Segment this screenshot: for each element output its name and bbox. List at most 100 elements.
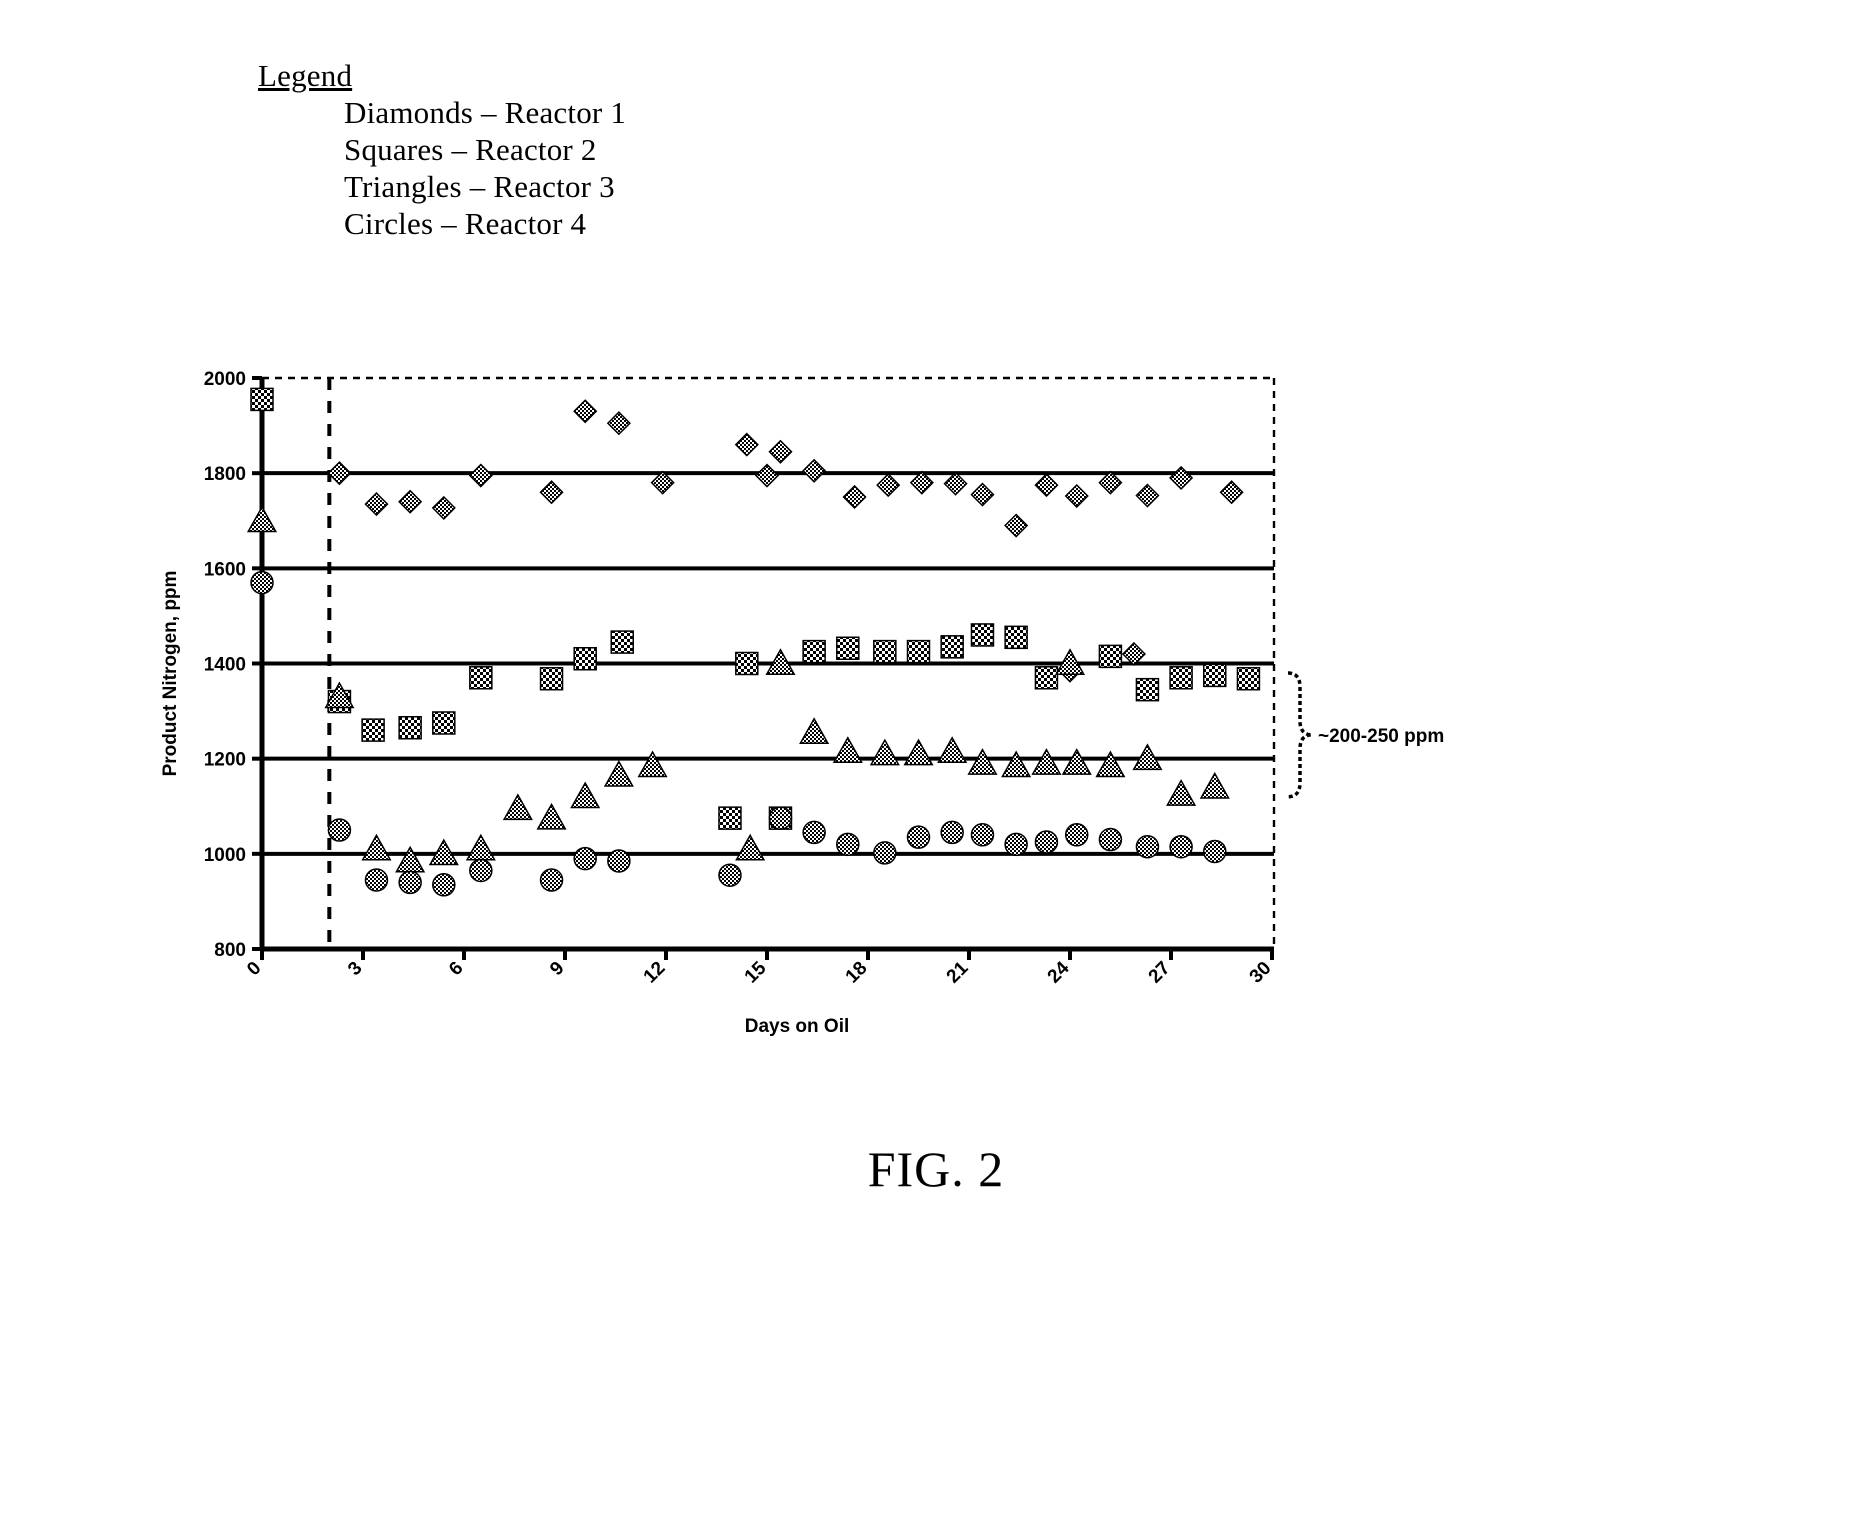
marker-circle-3-14 [906,825,931,849]
marker-square-1-13 [836,636,860,661]
x-tick-label-27: 27 [1145,958,1175,988]
marker-circle-3-16 [970,823,995,847]
marker-triangle-2-25 [1199,771,1230,799]
marker-circle-3-9 [718,863,742,887]
marker-triangle-2-14 [832,736,863,764]
marker-triangle-2-7 [536,802,567,830]
marker-triangle-2-16 [903,738,934,766]
marker-circle-3-21 [1135,834,1160,859]
bracket-curly [1287,671,1313,799]
x-tick-label-24: 24 [1044,957,1074,987]
x-tick-label-0: 0 [243,958,265,980]
marker-triangle-2-21 [1061,748,1092,775]
marker-circle-3-13 [873,841,897,865]
x-tick-label-9: 9 [546,958,568,980]
marker-diamond-0-15 [943,471,968,496]
y-tick-label-1000: 1000 [204,845,246,866]
y-tick-label-800: 800 [214,940,246,961]
y-tick-label-1400: 1400 [204,655,246,676]
bracket-annotation-label: ~200-250 ppm [1318,726,1444,747]
marker-triangle-2-3 [395,845,426,873]
x-tick-label-21: 21 [943,957,973,987]
marker-triangle-2-5 [465,833,496,861]
marker-square-1-22 [1169,666,1193,690]
marker-square-1-16 [940,635,964,659]
marker-square-1-12 [802,639,826,664]
x-tick-label-30: 30 [1246,958,1276,988]
marker-circle-3-2 [364,868,389,892]
marker-triangle-2-2 [361,833,392,861]
marker-circle-3-11 [802,820,826,845]
marker-triangle-2-20 [1031,748,1062,775]
y-tick-label-1600: 1600 [204,559,246,580]
marker-square-1-0 [250,387,274,412]
marker-diamond-0-11 [802,458,827,483]
marker-triangle-2-9 [603,760,634,787]
marker-square-1-9 [718,806,742,830]
y-axis-title: Product Nitrogen, ppm [160,571,181,777]
marker-square-1-15 [906,639,931,664]
marker-triangle-2-11 [735,833,766,861]
marker-diamond-0-5 [539,480,564,505]
x-tick-label-15: 15 [741,957,771,987]
marker-circle-3-23 [1203,839,1227,864]
marker-triangle-2-22 [1095,750,1126,778]
marker-square-1-4 [432,711,456,735]
marker-square-1-21 [1135,677,1160,702]
x-tick-label-6: 6 [445,958,467,980]
marker-diamond-0-19 [1064,483,1089,509]
marker-diamond-0-1 [364,492,389,517]
marker-triangle-2-24 [1166,779,1197,806]
marker-triangle-2-8 [570,781,601,809]
marker-circle-3-8 [607,849,631,873]
marker-triangle-2-18 [967,748,998,775]
marker-triangle-2-17 [937,736,968,764]
x-tick-label-12: 12 [640,958,670,988]
marker-diamond-0-22 [1169,465,1194,490]
marker-square-1-7 [573,646,597,671]
marker-square-1-17 [970,623,995,647]
marker-diamond-0-13 [876,473,901,498]
marker-square-1-8 [610,630,634,654]
marker-triangle-2-0 [246,505,278,533]
marker-diamond-0-4 [468,463,493,488]
marker-diamond-0-26 [754,463,780,488]
marker-diamond-0-16 [970,482,995,507]
marker-circle-3-3 [398,870,422,895]
marker-square-1-24 [1236,666,1261,691]
marker-circle-3-4 [432,873,456,897]
x-tick-label-3: 3 [344,958,366,980]
marker-diamond-0-6 [573,399,598,424]
scatter-chart: 800 1000 1200 1400 1600 1800 2000 0 3 6 9 12 15 18 21 2… [0,0,1872,1514]
marker-square-1-23 [1203,663,1227,688]
marker-square-1-20 [1098,644,1123,669]
x-tick-label-18: 18 [842,958,872,988]
marker-diamond-0-7 [606,411,631,436]
marker-circle-3-20 [1098,827,1123,852]
marker-square-1-3 [398,715,422,740]
marker-diamond-0-17 [1004,513,1029,538]
plot-layer: 800 1000 1200 1400 1600 1800 2000 0 3 6 9 12 15 18 21 2… [160,369,1444,1037]
marker-diamond-0-9 [734,432,759,457]
marker-circle-3-15 [940,820,964,845]
marker-circle-3-22 [1169,834,1193,859]
marker-diamond-0-10 [768,439,793,464]
marker-square-1-5 [469,666,493,690]
marker-square-1-2 [361,718,385,742]
x-axis-title: Days on Oil [745,1016,850,1037]
marker-circle-3-0 [250,570,274,595]
marker-triangle-2-19 [1001,750,1032,778]
marker-square-1-14 [873,639,897,664]
marker-diamond-0-0 [327,461,352,486]
marker-square-1-18 [1004,625,1028,650]
y-tick-label-1800: 1800 [204,464,246,485]
marker-triangle-2-15 [869,738,900,766]
marker-diamond-0-2 [398,489,423,514]
marker-square-1-10 [735,651,759,676]
marker-circle-3-1 [327,818,352,842]
marker-circle-3-10 [768,806,793,830]
marker-triangle-2-13 [799,717,830,744]
y-tick-label-1200: 1200 [204,750,246,771]
marker-diamond-0-21 [1135,483,1160,508]
marker-triangle-2-6 [502,793,533,821]
